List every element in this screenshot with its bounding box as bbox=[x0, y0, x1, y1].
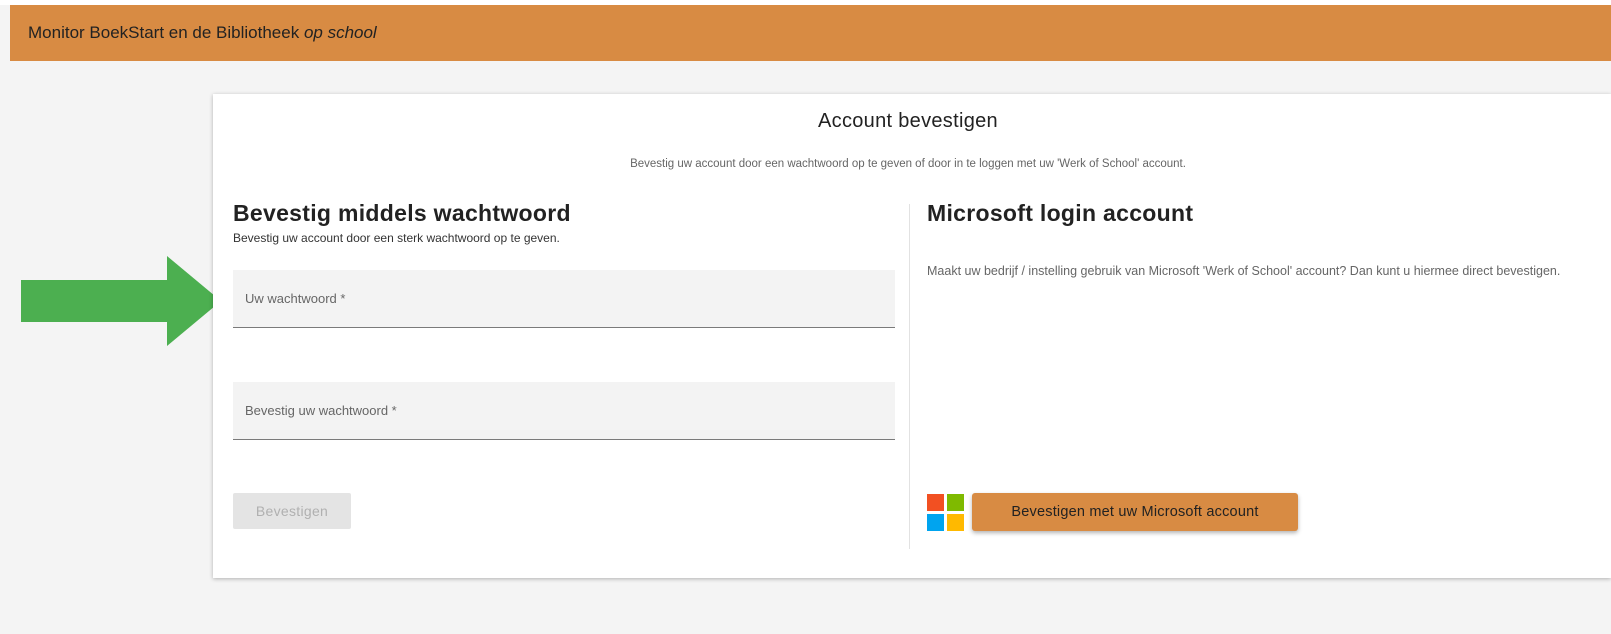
confirm-password-field bbox=[233, 382, 895, 440]
header-title-prefix: Monitor BoekStart en de Bibliotheek bbox=[28, 23, 304, 42]
arrow-right-icon bbox=[21, 256, 221, 346]
microsoft-section-title: Microsoft login account bbox=[927, 200, 1194, 226]
microsoft-logo-yellow-square bbox=[947, 514, 964, 531]
password-section-title: Bevestig middels wachtwoord bbox=[233, 200, 571, 226]
microsoft-logo-red-square bbox=[927, 494, 944, 511]
confirm-account-card: Account bevestigen Bevestig uw account d… bbox=[213, 94, 1611, 578]
microsoft-confirm-button[interactable]: Bevestigen met uw Microsoft account bbox=[972, 493, 1298, 531]
microsoft-section-description: Maakt uw bedrijf / instelling gebruik va… bbox=[927, 264, 1561, 278]
column-divider bbox=[909, 204, 910, 549]
microsoft-logo-icon bbox=[927, 494, 964, 531]
header-title: Monitor BoekStart en de Bibliotheek op s… bbox=[28, 23, 377, 43]
microsoft-logo-blue-square bbox=[927, 514, 944, 531]
password-field bbox=[233, 270, 895, 328]
microsoft-logo-green-square bbox=[947, 494, 964, 511]
password-section: Bevestig middels wachtwoord Bevestig uw … bbox=[233, 200, 898, 529]
card-subtitle: Bevestig uw account door een wachtwoord … bbox=[630, 158, 1186, 170]
confirm-button[interactable]: Bevestigen bbox=[233, 493, 351, 529]
confirm-password-input[interactable] bbox=[233, 382, 895, 439]
card-title: Account bevestigen bbox=[818, 110, 998, 132]
app-header: Monitor BoekStart en de Bibliotheek op s… bbox=[10, 5, 1611, 61]
password-section-description: Bevestig uw account door een sterk wacht… bbox=[233, 231, 560, 245]
password-input[interactable] bbox=[233, 270, 895, 327]
header-title-emphasis: op school bbox=[303, 23, 377, 42]
microsoft-section: Microsoft login account Maakt uw bedrijf… bbox=[927, 200, 1597, 531]
